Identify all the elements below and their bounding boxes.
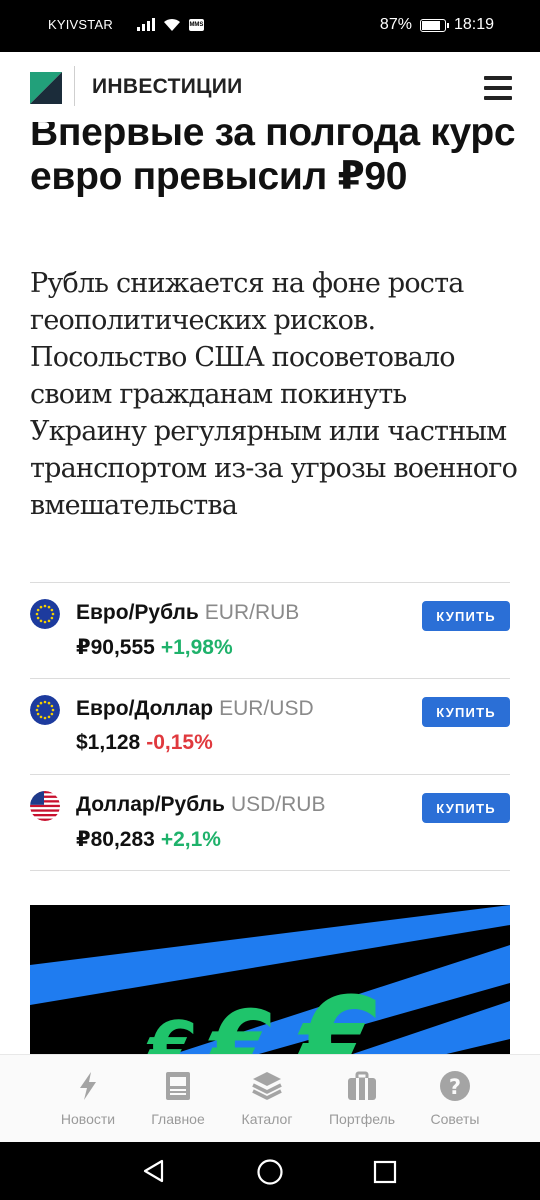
status-bar: KYIVSTAR MMS 87% 18:19 bbox=[0, 0, 540, 52]
logo-icon[interactable] bbox=[30, 72, 62, 104]
pair-ticker: EUR/USD bbox=[219, 697, 314, 720]
pair-name: Евро/Рубль bbox=[76, 601, 199, 624]
menu-bar bbox=[484, 86, 512, 90]
menu-button[interactable] bbox=[484, 76, 512, 100]
newspaper-icon bbox=[166, 1072, 190, 1100]
pair-price: ₽90,555 bbox=[76, 636, 155, 659]
battery-icon bbox=[419, 18, 449, 32]
sms-badge-icon: MMS bbox=[188, 18, 204, 31]
eu-flag-icon bbox=[30, 599, 60, 629]
quote-row-eur-usd[interactable]: Евро/Доллар EUR/USD $1,128 -0,15% КУПИТЬ bbox=[30, 679, 510, 775]
nav-item-main[interactable]: Главное bbox=[133, 1069, 223, 1127]
wifi-icon bbox=[163, 18, 180, 31]
app-header: ИНВЕСТИЦИИ bbox=[0, 52, 540, 122]
signal-icon bbox=[136, 18, 155, 31]
pair-name: Евро/Доллар bbox=[76, 697, 214, 720]
menu-bar bbox=[484, 76, 512, 80]
nav-label: Портфель bbox=[328, 1111, 396, 1127]
system-nav-bar bbox=[0, 1142, 540, 1200]
quote-price-line: $1,128 -0,15% bbox=[76, 731, 213, 755]
buy-button[interactable]: КУПИТЬ bbox=[422, 601, 510, 631]
menu-bar bbox=[484, 96, 512, 100]
article-lead: Рубль снижается на фоне роста геополитич… bbox=[30, 268, 518, 521]
promo-banner[interactable]: € € € bbox=[30, 905, 510, 1054]
banner-graphic: € € € bbox=[30, 905, 510, 1054]
quote-name: Евро/Доллар EUR/USD bbox=[76, 697, 314, 721]
nav-label: Главное bbox=[151, 1111, 205, 1127]
svg-text:€: € bbox=[208, 990, 277, 1054]
status-left: KYIVSTAR MMS bbox=[48, 17, 204, 32]
quote-row-usd-rub[interactable]: Доллар/Рубль USD/RUB ₽80,283 +2,1% КУПИТЬ bbox=[30, 775, 510, 871]
buy-button[interactable]: КУПИТЬ bbox=[422, 793, 510, 823]
nav-item-news[interactable]: Новости bbox=[43, 1069, 133, 1127]
bottom-nav: Новости Главное Каталог Портфель ? Совет… bbox=[0, 1054, 540, 1142]
pair-change: +1,98% bbox=[160, 636, 233, 659]
svg-text:?: ? bbox=[449, 1075, 461, 1099]
carrier-name: KYIVSTAR bbox=[48, 17, 113, 32]
nav-item-tips[interactable]: ? Советы bbox=[410, 1069, 500, 1127]
pair-change: -0,15% bbox=[146, 731, 213, 754]
pair-ticker: EUR/RUB bbox=[204, 601, 300, 624]
article-headline: Впервые за полгода курс евро превысил ₽9… bbox=[30, 122, 516, 198]
quote-price-line: ₽80,283 +2,1% bbox=[76, 827, 221, 852]
quotes-list: Евро/Рубль EUR/RUB ₽90,555 +1,98% КУПИТЬ Е… bbox=[30, 582, 510, 871]
recent-apps-icon[interactable] bbox=[373, 1160, 397, 1184]
buy-button[interactable]: КУПИТЬ bbox=[422, 697, 510, 727]
nav-item-catalog[interactable]: Каталог bbox=[222, 1069, 312, 1127]
quote-price-line: ₽90,555 +1,98% bbox=[76, 635, 233, 660]
nav-label: Каталог bbox=[241, 1111, 293, 1127]
battery-percent: 87% bbox=[379, 16, 412, 33]
logo-divider bbox=[74, 66, 75, 106]
briefcase-icon bbox=[348, 1071, 376, 1100]
clock: 18:19 bbox=[453, 16, 494, 33]
nav-label: Новости bbox=[60, 1111, 116, 1127]
quote-row-eur-rub[interactable]: Евро/Рубль EUR/RUB ₽90,555 +1,98% КУПИТЬ bbox=[30, 583, 510, 679]
pair-change: +2,1% bbox=[160, 828, 221, 851]
pair-ticker: USD/RUB bbox=[230, 793, 326, 816]
home-icon[interactable] bbox=[256, 1158, 284, 1186]
back-icon[interactable] bbox=[141, 1158, 167, 1184]
section-title[interactable]: ИНВЕСТИЦИИ bbox=[92, 75, 243, 99]
pair-name: Доллар/Рубль bbox=[76, 793, 225, 816]
eu-flag-icon bbox=[30, 695, 60, 725]
us-flag-icon bbox=[30, 791, 60, 821]
nav-label: Советы bbox=[430, 1111, 480, 1127]
lightning-icon bbox=[80, 1072, 96, 1100]
quote-name: Доллар/Рубль USD/RUB bbox=[76, 793, 325, 817]
status-right: 87% 18:19 bbox=[380, 16, 494, 34]
nav-item-portfolio[interactable]: Портфель bbox=[317, 1069, 407, 1127]
pair-price: $1,128 bbox=[76, 731, 141, 754]
svg-text:€: € bbox=[146, 1006, 198, 1054]
svg-text:€: € bbox=[297, 973, 384, 1054]
article: Впервые за полгода курс евро превысил ₽9… bbox=[0, 122, 540, 1054]
layers-icon bbox=[252, 1072, 282, 1100]
quote-name: Евро/Рубль EUR/RUB bbox=[76, 601, 299, 625]
pair-price: ₽80,283 bbox=[76, 828, 155, 851]
question-icon: ? bbox=[440, 1071, 470, 1101]
